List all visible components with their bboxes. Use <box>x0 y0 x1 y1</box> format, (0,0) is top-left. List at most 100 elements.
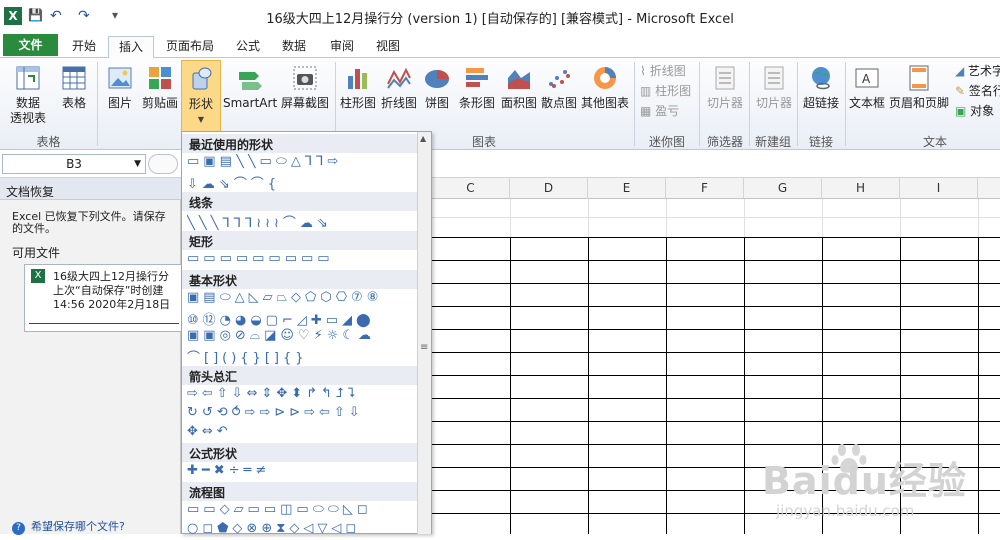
hyperlink-icon <box>812 67 830 90</box>
column-header-e[interactable]: E <box>588 178 666 199</box>
wordart-icon: ◢ <box>955 64 969 78</box>
shape-row-recent-2[interactable]: ⇩☁⇘⌒⌒{ <box>187 173 417 192</box>
screenshot-button[interactable]: 屏幕截图 <box>278 64 332 111</box>
column-header-g[interactable]: G <box>744 178 822 199</box>
slicer-button[interactable]: 切片器 <box>703 64 747 111</box>
picture-label: 图片 <box>107 96 132 110</box>
line-chart-icon <box>387 67 411 89</box>
group-separator <box>634 62 635 146</box>
shapes-gallery-dropdown: 最近使用的形状 ▭▣▤╲╲▭⬭△⅂⅂⇨ ⇩☁⇘⌒⌒{ 线条 ╲╲╲⅂⅂⅂≀≀≀⌒… <box>181 131 432 536</box>
slicer2-button[interactable]: 切片器 <box>751 64 797 111</box>
scroll-thumb[interactable]: ≡ <box>420 342 428 353</box>
group-label-sparklines: 迷你图 <box>648 135 685 149</box>
shape-row-flowchart-2[interactable]: ○◻⬟◇⊗⊕⧗◇◁▽◁◻ <box>187 521 417 540</box>
available-files-label: 可用文件 <box>12 246 61 260</box>
shape-row-basic-4[interactable]: ⌒[](){}[]{} <box>187 347 417 366</box>
shape-row-recent-1[interactable]: ▭▣▤╲╲▭⬭△⅂⅂⇨ <box>187 154 417 173</box>
column-header-j[interactable] <box>978 178 1000 199</box>
object-button[interactable]: ▣ 对象 <box>955 102 994 119</box>
file-divider <box>29 323 179 324</box>
textbox-button[interactable]: A 文本框 <box>847 64 887 111</box>
column-chart-button[interactable]: 柱形图 <box>338 64 378 111</box>
shape-row-basic-3[interactable]: ▣▣◎⊘⌓◪☺♡⚡☼☾☁ <box>187 328 417 347</box>
scatter-chart-label: 散点图 <box>540 96 577 110</box>
textbox-icon: A <box>855 68 879 88</box>
wordart-button[interactable]: ◢ 艺术字 <box>955 62 1000 79</box>
scatter-chart-button[interactable]: 散点图 <box>539 64 579 111</box>
area-chart-button[interactable]: 面积图 <box>498 64 540 111</box>
picture-icon <box>108 67 132 89</box>
pivot-table-button[interactable]: 数据 透视表 <box>4 64 52 126</box>
group-label-new-group: 新建组 <box>754 135 791 149</box>
signature-label: 签名行 <box>968 84 1000 98</box>
smartart-icon <box>239 72 262 90</box>
tab-insert[interactable]: 插入 <box>108 36 155 59</box>
hyperlink-button[interactable]: 超链接 <box>799 64 843 111</box>
table-button[interactable]: 表格 <box>56 64 92 111</box>
tab-file[interactable]: 文件 <box>3 34 58 56</box>
other-charts-icon <box>594 67 616 89</box>
shape-row-rectangles[interactable]: ▭▭▭▭▭▭▭▭▭ <box>187 251 417 270</box>
area-chart-label: 面积图 <box>500 96 537 110</box>
shape-row-basic-1[interactable]: ▣▤⬭△◺▱⏢◇⬠⬡⎔⑦⑧ <box>187 290 417 309</box>
shape-row-equation[interactable]: ✚━✖÷═≠ <box>187 463 417 482</box>
excel-file-icon: X <box>31 269 45 283</box>
tab-formulas[interactable]: 公式 <box>226 36 270 58</box>
tab-view[interactable]: 视图 <box>366 36 410 58</box>
shapes-gallery-scrollbar[interactable]: ▲ ≡ <box>417 132 431 534</box>
clipart-button[interactable]: 剪贴画 <box>140 64 180 111</box>
tab-home[interactable]: 开始 <box>62 36 106 58</box>
tab-review[interactable]: 审阅 <box>320 36 364 58</box>
smartart-label: SmartArt <box>223 96 278 110</box>
smartart-button[interactable]: SmartArt <box>223 64 277 111</box>
column-header-c[interactable]: C <box>432 178 510 199</box>
formula-bar-handle[interactable] <box>148 154 178 174</box>
bar-chart-button[interactable]: 条形图 <box>456 64 498 111</box>
pivot-table-label: 数据 透视表 <box>9 96 46 125</box>
sparkline-line-icon: ⌇ <box>640 64 650 78</box>
name-box[interactable]: B3 ▼ <box>2 154 146 174</box>
column-header-d[interactable]: D <box>510 178 588 199</box>
section-flowchart: 流程图 <box>182 482 418 501</box>
shape-row-flowchart-1[interactable]: ▭▭◇▱▭▭◫▭⬭⬭◺◻ <box>187 502 417 521</box>
section-recent-shapes: 最近使用的形状 <box>182 134 418 153</box>
shape-row-lines[interactable]: ╲╲╲⅂⅂⅂≀≀≀⌒☁⇘ <box>187 212 417 231</box>
shapes-button[interactable]: 形状 ▼ <box>181 60 221 132</box>
recovered-file-item[interactable]: X 16级大四上12月操行分 上次“自动保存”时创建 14:56 2020年2月… <box>24 264 184 332</box>
hyperlink-label: 超链接 <box>802 96 839 110</box>
group-label-tables: 表格 <box>36 135 61 149</box>
sparkline-winloss-button[interactable]: ▦ 盈亏 <box>640 102 679 119</box>
pie-chart-button[interactable]: 饼图 <box>420 64 454 111</box>
watermark-url: jingyan.baidu.com <box>776 502 915 520</box>
column-header-h[interactable]: H <box>822 178 900 199</box>
picture-button[interactable]: 图片 <box>102 64 138 111</box>
section-rectangles: 矩形 <box>182 231 418 250</box>
help-link[interactable]: ? 希望保存哪个文件? <box>12 518 125 535</box>
tab-page-layout[interactable]: 页面布局 <box>156 36 224 58</box>
shape-row-arrows-2[interactable]: ↻↺⟲⥀⇨⇨⊳⊳⇨⇦⇧⇩ <box>187 405 417 424</box>
shape-row-basic-2[interactable]: ⑩⑫◔◕◒▢⌐◿✚▭◢⬤ <box>187 309 417 328</box>
column-header-i[interactable]: I <box>900 178 978 199</box>
ribbon: 数据 透视表 表格 表格 图片 剪贴画 形状 ▼ SmartArt 屏幕截图 柱… <box>0 58 1000 150</box>
name-box-dropdown-icon[interactable]: ▼ <box>134 155 141 173</box>
other-charts-label: 其他图表 <box>580 96 629 110</box>
sparkline-column-button[interactable]: ▥ 柱形图 <box>640 82 691 99</box>
line-chart-label: 折线图 <box>380 96 417 110</box>
help-icon: ? <box>12 522 25 535</box>
other-charts-button[interactable]: 其他图表 <box>580 64 630 111</box>
file-timestamp: 14:56 2020年2月18日 <box>53 298 171 311</box>
line-chart-button[interactable]: 折线图 <box>379 64 419 111</box>
watermark-brand: Baidu经验 <box>762 459 967 503</box>
shape-row-arrows-3[interactable]: ✥⇔↶ <box>187 424 417 443</box>
column-header-f[interactable]: F <box>666 178 744 199</box>
shape-row-arrows-1[interactable]: ⇨⇦⇧⇩⇔⇕✥⬍↱↰⮥⮧ <box>187 386 417 405</box>
group-label-text: 文本 <box>922 135 947 149</box>
signature-line-button[interactable]: ✎ 签名行 <box>955 82 1000 99</box>
wordart-label: 艺术字 <box>968 64 1000 78</box>
sparkline-line-button[interactable]: ⌇ 折线图 <box>640 62 686 79</box>
scroll-up-arrow[interactable]: ▲ <box>420 134 426 143</box>
tab-data[interactable]: 数据 <box>272 36 316 58</box>
sparkline-winloss-icon: ▦ <box>640 104 656 118</box>
header-footer-button[interactable]: 页眉和页脚 <box>888 64 950 111</box>
baidu-watermark: Baidu经验 jingyan.baidu.com <box>762 440 992 530</box>
